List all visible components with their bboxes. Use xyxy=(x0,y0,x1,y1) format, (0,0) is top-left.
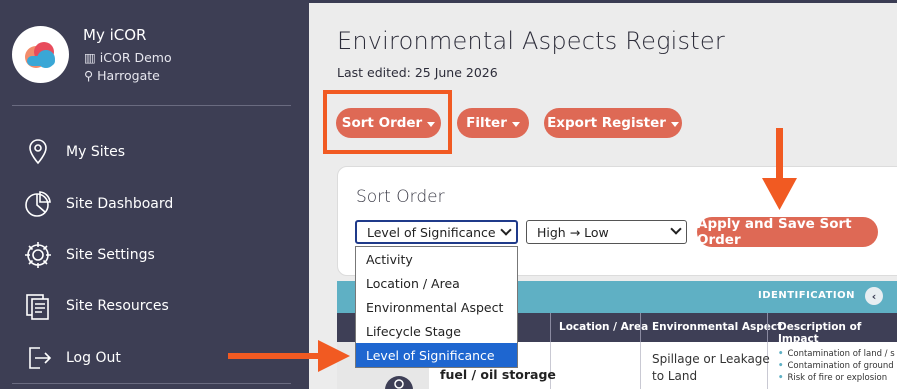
documents-icon xyxy=(26,294,49,320)
panel-title: Sort Order xyxy=(356,187,445,207)
header-aspect: Environmental Aspect xyxy=(652,321,783,333)
sidebar-item-label: Site Dashboard xyxy=(66,196,174,212)
apply-save-label: Apply and Save Sort Order xyxy=(697,216,852,248)
dropdown-option[interactable]: Lifecycle Stage xyxy=(356,319,517,343)
sidebar-item-my-sites[interactable]: My Sites xyxy=(22,135,292,169)
export-register-button[interactable]: Export Register xyxy=(544,108,682,138)
aspect-line1: Spillage or Leakage xyxy=(652,352,770,366)
impact-text: Contamination of land / s xyxy=(787,349,895,359)
org-name: ▥ iCOR Demo xyxy=(84,50,172,65)
impact-text: Risk of fire or explosion xyxy=(787,373,888,383)
sidebar-divider xyxy=(12,383,291,384)
dropdown-option[interactable]: Environmental Aspect xyxy=(356,295,517,319)
impact-item: • Risk of fire or explosion xyxy=(778,372,895,384)
sidebar-divider xyxy=(12,105,291,106)
header-divider xyxy=(640,313,641,342)
org-label: iCOR Demo xyxy=(99,50,172,65)
impact-item: • Contamination of ground xyxy=(778,360,895,372)
gear-icon xyxy=(25,242,51,268)
caret-down-icon xyxy=(427,121,436,127)
site-location: ⚲ Harrogate xyxy=(84,68,160,83)
impact-item: • Contamination of land / s xyxy=(778,348,895,360)
column-divider xyxy=(640,342,641,389)
sidebar-item-site-resources[interactable]: Site Resources xyxy=(22,289,292,323)
activity-title-line2: fuel / oil storage xyxy=(440,367,556,382)
apply-save-sort-button[interactable]: Apply and Save Sort Order xyxy=(697,216,878,248)
logout-icon xyxy=(29,347,52,369)
sidebar-item-site-settings[interactable]: Site Settings xyxy=(22,238,292,272)
export-register-label: Export Register xyxy=(547,115,666,131)
filter-button[interactable]: Filter xyxy=(457,108,529,138)
sidebar-item-label: Site Settings xyxy=(66,247,155,263)
aspect-line2: to Land xyxy=(652,369,698,383)
location-label: Harrogate xyxy=(97,68,160,83)
sidebar-item-label: Log Out xyxy=(66,350,121,366)
bullet-icon: • xyxy=(778,349,784,359)
header-divider xyxy=(550,313,551,342)
bullet-icon: • xyxy=(778,361,784,371)
sort-field-select[interactable]: Level of Significance xyxy=(355,220,518,244)
header-divider xyxy=(767,313,768,342)
last-edited: Last edited: 25 June 2026 xyxy=(337,65,498,80)
sidebar-item-label: My Sites xyxy=(66,144,125,160)
sort-direction-value: High → Low xyxy=(537,224,609,240)
sort-direction-select[interactable]: High → Low xyxy=(526,220,687,244)
chevron-down-icon xyxy=(500,224,512,236)
bullet-icon: • xyxy=(778,373,784,383)
pie-chart-icon xyxy=(25,191,51,217)
dropdown-option-selected[interactable]: Level of Significance xyxy=(356,343,517,367)
header-location: Location / Area xyxy=(559,321,649,333)
filter-label: Filter xyxy=(466,115,507,131)
sort-field-dropdown: Activity Location / Area Environmental A… xyxy=(355,246,518,368)
sidebar-item-label: Site Resources xyxy=(66,298,169,314)
impact-text: Contamination of ground xyxy=(787,361,894,371)
sidebar-item-site-dashboard[interactable]: Site Dashboard xyxy=(22,187,292,221)
sort-order-button[interactable]: Sort Order xyxy=(336,108,441,138)
collapse-button[interactable]: ‹ xyxy=(865,287,883,305)
map-pin-icon xyxy=(29,139,47,165)
dropdown-option[interactable]: Location / Area xyxy=(356,271,517,295)
down-arrow-annotation xyxy=(762,128,797,210)
aspect-cell: Spillage or Leakage to Land xyxy=(652,351,770,385)
chevron-down-icon xyxy=(670,223,682,235)
sort-order-label: Sort Order xyxy=(341,115,423,131)
sort-field-value: Level of Significance xyxy=(367,224,496,240)
page-title: Environmental Aspects Register xyxy=(337,27,725,55)
building-icon: ▥ xyxy=(84,50,100,65)
sidebar: My iCOR ▥ iCOR Demo ⚲ Harrogate My Sites… xyxy=(0,0,309,389)
brand-logo xyxy=(12,26,69,83)
location-pin-icon: ⚲ xyxy=(84,68,98,83)
caret-down-icon xyxy=(670,121,679,127)
brand-name: My iCOR xyxy=(83,26,147,44)
dropdown-option[interactable]: Activity xyxy=(356,247,517,271)
right-arrow-annotation xyxy=(228,340,350,372)
section-label: IDENTIFICATION xyxy=(757,290,855,301)
impact-cell: • Contamination of land / s • Contaminatio… xyxy=(778,348,895,384)
caret-down-icon xyxy=(511,121,520,127)
